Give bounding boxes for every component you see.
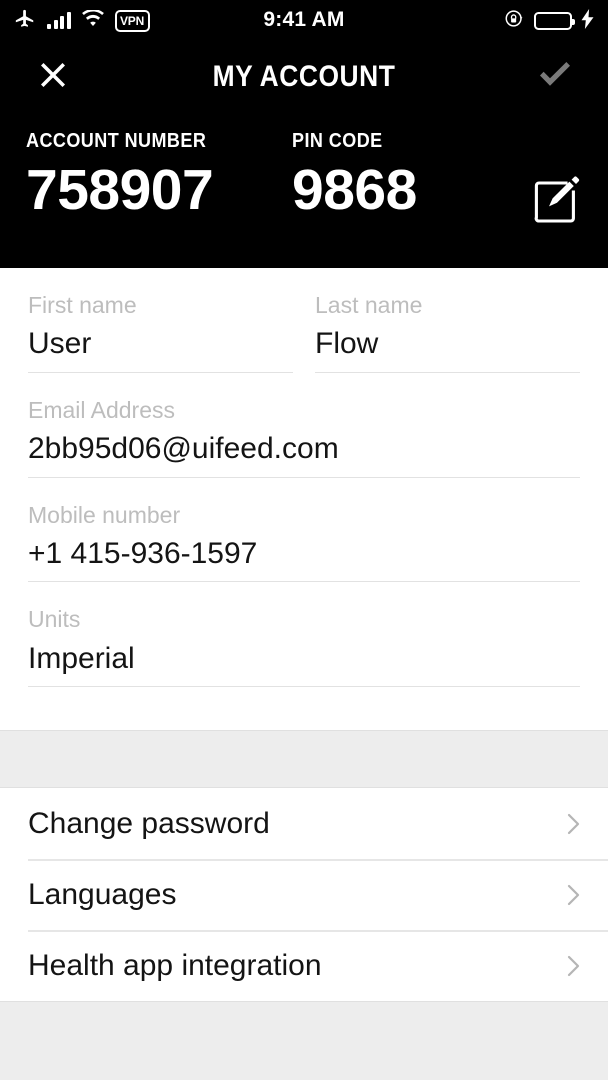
account-number-label: ACCOUNT NUMBER — [26, 130, 207, 152]
mobile-number-field: Mobile number +1 415-936-1597 — [28, 478, 580, 583]
bottom-spacer-band — [0, 1001, 608, 1080]
section-separator-band — [0, 730, 608, 789]
edit-account-button[interactable] — [532, 174, 582, 224]
status-bar-left: VPN — [14, 8, 150, 35]
vpn-badge: VPN — [114, 10, 150, 32]
account-summary: ACCOUNT NUMBER 758907 PIN CODE 9868 — [0, 112, 608, 224]
close-x-icon — [33, 55, 73, 100]
last-name-label: Last name — [315, 292, 423, 318]
list-item-languages[interactable]: Languages — [0, 859, 608, 931]
chevron-right-icon — [560, 953, 586, 979]
first-name-field: First name User — [28, 268, 293, 373]
profile-form: First name User Last name Flow Email Add… — [0, 268, 608, 688]
email-field-row: Email Address 2bb95d06@uifeed.com — [0, 373, 608, 478]
page-title: MY ACCOUNT — [212, 60, 396, 93]
battery-full-icon — [534, 12, 575, 30]
list-item-health-app-integration[interactable]: Health app integration — [0, 930, 608, 1002]
list-item-label: Health app integration — [28, 949, 322, 983]
status-bar-right — [504, 8, 594, 34]
first-name-label: First name — [28, 292, 137, 318]
last-name-field: Last name Flow — [315, 268, 580, 373]
units-field: Units Imperial — [28, 582, 580, 688]
name-field-row: First name User Last name Flow — [0, 268, 608, 373]
last-name-input[interactable]: Flow — [315, 327, 580, 373]
pin-code-value: 9868 — [292, 158, 417, 222]
account-header: VPN 9:41 AM MY ACCOUNT ACCOUNT NUMBER 75… — [0, 0, 608, 268]
pin-code-label: PIN CODE — [292, 130, 383, 152]
email-input[interactable]: 2bb95d06@uifeed.com — [28, 432, 580, 478]
airplane-icon — [14, 8, 36, 35]
email-label: Email Address — [28, 396, 176, 423]
checkmark-icon — [534, 54, 576, 101]
account-number-block: ACCOUNT NUMBER 758907 — [0, 130, 292, 221]
account-number-value: 758907 — [26, 158, 214, 222]
first-name-input[interactable]: User — [28, 327, 293, 373]
my-account-screen: VPN 9:41 AM MY ACCOUNT ACCOUNT NUMBER 75… — [0, 0, 608, 1080]
mobile-number-input[interactable]: +1 415-936-1597 — [28, 537, 580, 583]
pin-code-block: PIN CODE 9868 — [292, 130, 492, 221]
confirm-button[interactable] — [532, 54, 578, 100]
wifi-icon — [81, 9, 104, 32]
settings-list: Change password Languages Health app int… — [0, 788, 608, 1002]
units-label: Units — [28, 606, 81, 633]
list-item-label: Change password — [28, 807, 270, 841]
rotation-lock-icon — [504, 8, 525, 34]
navigation-bar: MY ACCOUNT — [0, 42, 608, 112]
units-field-row: Units Imperial — [0, 582, 608, 688]
charging-bolt-icon — [581, 8, 594, 34]
edit-pencil-square-icon — [532, 176, 582, 228]
mobile-number-label: Mobile number — [28, 501, 181, 528]
chevron-right-icon — [560, 811, 586, 837]
list-item-label: Languages — [28, 878, 177, 912]
units-input[interactable]: Imperial — [28, 642, 580, 688]
list-item-change-password[interactable]: Change password — [0, 788, 608, 860]
signal-bars-icon — [47, 12, 71, 29]
mobile-field-row: Mobile number +1 415-936-1597 — [0, 478, 608, 583]
chevron-right-icon — [560, 882, 586, 908]
close-button[interactable] — [30, 54, 76, 100]
status-bar: VPN 9:41 AM — [0, 0, 608, 42]
email-field: Email Address 2bb95d06@uifeed.com — [28, 373, 580, 478]
